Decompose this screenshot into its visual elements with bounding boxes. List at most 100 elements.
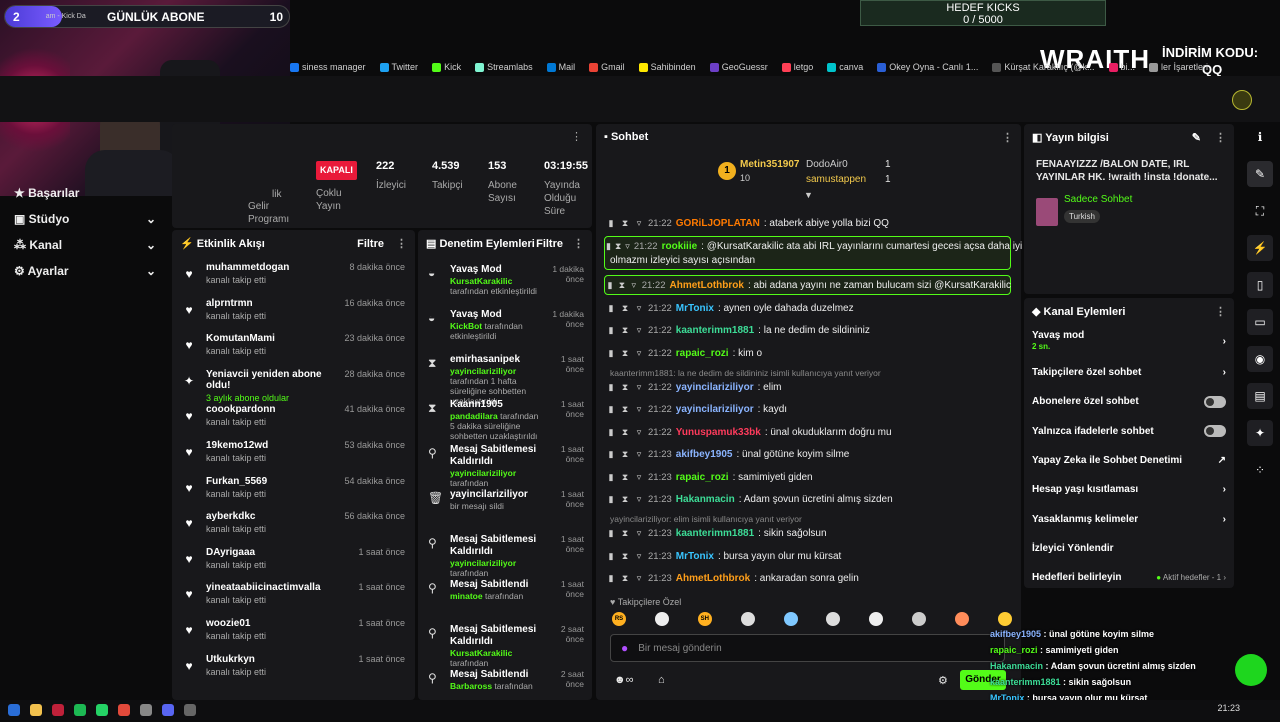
whatsapp-icon[interactable]: [96, 704, 108, 716]
timeout-icon[interactable]: ⧗: [620, 303, 630, 314]
chat-message[interactable]: ▮ ⧗ ▿ 21:23 MrTonix: bursa yayın olur mu…: [606, 551, 1011, 562]
bookmark-item[interactable]: Mail: [546, 62, 575, 72]
emote-icon[interactable]: RS: [612, 612, 626, 626]
filter-button[interactable]: Filtre: [536, 238, 563, 250]
mod-action-item[interactable]: ⚲ Mesaj Sabitlemesi Kaldırıldı yayincila…: [418, 440, 592, 488]
message-username[interactable]: MrTonix: [676, 551, 714, 562]
timeout-icon[interactable]: ⧗: [620, 404, 630, 415]
activity-item[interactable]: ♥ DAyrigaaa kanalı takip etti 1 saat önc…: [172, 547, 415, 583]
layout-icon[interactable]: ▤: [1247, 383, 1273, 409]
bookmark-item[interactable]: canva: [827, 62, 863, 72]
start-icon[interactable]: [8, 704, 20, 716]
emote-icon[interactable]: [654, 612, 669, 626]
channel-action-row[interactable]: İzleyici Yönlendir: [1024, 534, 1234, 563]
bookmark-item[interactable]: Streamlabs: [475, 62, 533, 72]
emote-picker-icon[interactable]: ☻∞: [614, 674, 633, 686]
trash-icon[interactable]: ▮: [606, 404, 616, 415]
activity-item[interactable]: ♥ yineataabiicinactimvalla kanalı takip …: [172, 582, 415, 618]
mod-action-item[interactable]: ⧗ emirhasanipek yayincilariziliyor taraf…: [418, 350, 592, 406]
bookmark-item[interactable]: siness manager: [290, 62, 366, 72]
more-options-icon[interactable]: ⋮: [1002, 131, 1013, 144]
bookmark-item[interactable]: Kürşat Karakılıç (@k...: [992, 62, 1095, 72]
channel-action-row[interactable]: Takipçilere özel sohbet ›: [1024, 358, 1234, 387]
message-username[interactable]: MrTonix: [676, 303, 714, 314]
shield-icon[interactable]: ▿: [634, 472, 644, 483]
chat-icon[interactable]: ▭: [1247, 309, 1273, 335]
activity-item[interactable]: ♥ alprntrmn kanalı takip etti 16 dakika …: [172, 298, 415, 334]
chat-message[interactable]: ▮ ⧗ ▿ 21:22 Yunuspamuk33bk: ünal okudukl…: [606, 427, 1011, 438]
activity-item[interactable]: ♥ Utkukrkyn kanalı takip etti 1 saat önc…: [172, 654, 415, 690]
shield-icon[interactable]: ▿: [634, 325, 644, 336]
more-options-icon[interactable]: ⋮: [571, 130, 582, 143]
emote-icon[interactable]: [826, 612, 841, 626]
activity-item[interactable]: ♥ Furkan_5569 kanalı takip etti 54 dakik…: [172, 476, 415, 512]
bookmark-item[interactable]: letgo: [781, 62, 813, 72]
shield-icon[interactable]: ▿: [634, 494, 644, 505]
chat-message[interactable]: ▮ ⧗ ▿ 21:23 AhmetLothbrok: ankaradan son…: [606, 573, 1011, 584]
emote-icon[interactable]: [912, 612, 927, 626]
timeout-icon[interactable]: ⧗: [620, 573, 630, 584]
gear-icon[interactable]: ⚙: [938, 674, 948, 687]
bookmark-item[interactable]: Gmail: [589, 62, 625, 72]
folder-icon[interactable]: [30, 704, 42, 716]
trash-icon[interactable]: ▮: [606, 573, 616, 584]
trash-icon[interactable]: ▮: [606, 551, 616, 562]
trash-icon[interactable]: ▮: [606, 382, 616, 393]
timeout-icon[interactable]: ⧗: [620, 382, 630, 393]
trash-icon[interactable]: ▮: [606, 280, 614, 291]
message-username[interactable]: rookiiie: [662, 241, 698, 252]
trash-icon[interactable]: ▮: [606, 348, 616, 359]
shield-icon[interactable]: ▿: [634, 551, 644, 562]
microphone-icon[interactable]: ●: [621, 641, 628, 655]
more-options-icon[interactable]: ⋮: [573, 238, 584, 250]
more-options-icon[interactable]: ⋮: [1215, 132, 1226, 144]
store-icon[interactable]: ⌂: [658, 674, 665, 686]
mod-action-item[interactable]: ⚲ Mesaj Sabitlemesi Kaldırıldı yayincila…: [418, 530, 592, 578]
slow-mode-row[interactable]: Yavaş mod 2 sn. ›: [1024, 324, 1234, 358]
timeout-icon[interactable]: ⧗: [620, 427, 630, 438]
activity-item[interactable]: ♥ KomutanMami kanalı takip etti 23 dakik…: [172, 333, 415, 369]
channel-action-row[interactable]: Yalnızca ifadelerle sohbet: [1024, 417, 1234, 446]
shield-icon[interactable]: ▿: [634, 528, 644, 539]
app-icon[interactable]: [140, 704, 152, 716]
activity-item[interactable]: ♥ 19kemo12wd kanalı takip etti 53 dakika…: [172, 440, 415, 476]
activity-item[interactable]: ♥ ayberkdkc kanalı takip etti 56 dakika …: [172, 511, 415, 547]
chat-message[interactable]: ▮ ⧗ ▿ 21:22 MrTonix: aynen oyle dahada d…: [606, 303, 1011, 314]
goals-row[interactable]: Hedefleri belirleyin ● Aktif hedefler - …: [1024, 563, 1234, 592]
trash-icon[interactable]: ▮: [606, 494, 616, 505]
timeout-icon[interactable]: ⧗: [618, 280, 626, 291]
bookmark-item[interactable]: Kick: [432, 62, 461, 72]
chat-message[interactable]: ▮ ⧗ ▿ 21:22 rapaic_rozi: kim o: [606, 348, 1011, 359]
bookmark-item[interactable]: GeoGuessr: [709, 62, 768, 72]
channel-action-row[interactable]: Abonelere özel sohbet: [1024, 387, 1234, 416]
activity-item[interactable]: ♥ woozie01 kanalı takip etti 1 saat önce: [172, 618, 415, 654]
message-username[interactable]: AhmetLothbrok: [676, 573, 750, 584]
trash-icon[interactable]: ▮: [606, 472, 616, 483]
shield-icon[interactable]: ▿: [630, 280, 638, 291]
mod-action-item[interactable]: ⚲ Mesaj Sabitlendi minatoe tarafından 1 …: [418, 575, 592, 620]
toggle-switch[interactable]: [1204, 395, 1226, 408]
filter-button[interactable]: Filtre: [357, 238, 384, 250]
timeout-icon[interactable]: ⧗: [620, 551, 630, 562]
info-icon[interactable]: ℹ: [1247, 124, 1273, 150]
chat-message[interactable]: ▮ ⧗ ▿ 21:22 yayincilariziliyor: elim: [606, 382, 1011, 393]
sidebar-item-kanal[interactable]: ⁂ Kanal ⌄: [0, 232, 170, 258]
shield-icon[interactable]: ▿: [634, 573, 644, 584]
shield-icon[interactable]: ▿: [625, 241, 630, 252]
emote-icon[interactable]: [955, 612, 969, 626]
chat-input[interactable]: ● Bir mesaj gönderin: [610, 634, 1005, 662]
shield-icon[interactable]: ▿: [634, 404, 644, 415]
channel-action-row[interactable]: Yapay Zeka ile Sohbet Denetimi ↗: [1024, 446, 1234, 475]
trash-icon[interactable]: ▮: [606, 528, 616, 539]
timeout-icon[interactable]: ⧗: [620, 528, 630, 539]
emote-icon[interactable]: [740, 612, 755, 626]
trash-icon[interactable]: ▮: [606, 303, 616, 314]
chat-message[interactable]: ▮ ⧗ ▿ 21:22 AhmetLothbrok: abi adana yay…: [606, 280, 1011, 291]
timeout-icon[interactable]: ⧗: [620, 472, 630, 483]
timeout-icon[interactable]: ⧗: [615, 241, 621, 252]
chat-message[interactable]: ▮ ⧗ ▿ 21:22 rookiiie: @KursatKarakilic a…: [606, 241, 1022, 252]
user-avatar[interactable]: [1232, 90, 1252, 110]
shield-icon[interactable]: ▿: [634, 382, 644, 393]
mod-action-item[interactable]: ◒ Yavaş Mod KursatKarakilic tarafından e…: [418, 260, 592, 305]
chat-message[interactable]: ▮ ⧗ ▿ 21:23 akifbey1905: ünal götüne koy…: [606, 449, 1011, 460]
